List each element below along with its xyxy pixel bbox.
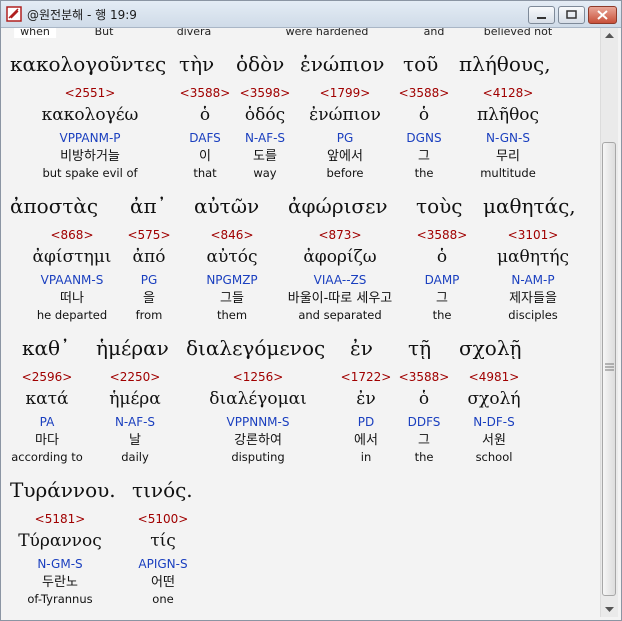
greek-word[interactable]: ἡμέραν [96, 336, 169, 360]
greek-word[interactable]: Τυράννου. [10, 478, 116, 502]
vertical-scrollbar[interactable] [600, 28, 618, 617]
greek-word[interactable]: κακολογοῦντες [10, 52, 166, 76]
header-word-when: when [14, 28, 56, 38]
interlinear-view: when But divera were hardened and believ… [4, 28, 600, 618]
greek-word[interactable]: πλήθους, [459, 52, 551, 76]
greek-word[interactable]: τοὺς [416, 194, 462, 218]
english-gloss: school [475, 450, 513, 464]
strongs-number[interactable]: <2250> [65, 368, 205, 386]
greek-word[interactable]: ἀφώρισεν [288, 194, 388, 218]
english-gloss: one [152, 592, 174, 606]
header-word-but: But [94, 28, 114, 38]
title-bar[interactable]: @원전분해 - 행 19:9 [1, 1, 621, 28]
word-analysis-column: <4128> πλῆθος N-GN-S 무리 multitude [438, 84, 578, 181]
parse-code: N-AM-P [511, 273, 555, 287]
app-window: @원전분해 - 행 19:9 when But divera were hard… [0, 0, 622, 621]
english-gloss: disciples [508, 308, 558, 322]
header-word-and: and [423, 28, 445, 38]
lexical-form: σχολή [467, 389, 521, 409]
greek-word[interactable]: τοῦ [403, 52, 438, 76]
word-analysis-column: <4981> σχολή N-DF-S 서원 school [424, 368, 564, 465]
word-analysis-column: <3101> μαθητής N-AM-P 제자들을 disciples [463, 226, 600, 323]
word-analysis-column: <5100> τίς APIGN-S 어떤 one [93, 510, 233, 607]
strongs-number[interactable]: <5100> [93, 510, 233, 528]
header-word-believed: believed not [483, 28, 553, 38]
minimize-button[interactable] [528, 6, 555, 24]
parse-code: N-GN-S [486, 131, 530, 145]
app-icon [6, 6, 22, 22]
korean-gloss: 제자들을 [509, 291, 557, 306]
korean-gloss: 서원 [482, 433, 506, 448]
english-gloss: multitude [480, 166, 536, 180]
word-analysis-column: <2250> ἡμέρα N-AF-S 날 daily [65, 368, 205, 465]
header-word-divera: divera [176, 28, 212, 38]
header-word-hardened: were hardened [285, 28, 369, 38]
greek-word[interactable]: ὁδὸν [236, 52, 284, 76]
greek-word[interactable]: τὴν [179, 52, 214, 76]
maximize-button[interactable] [558, 6, 585, 24]
maximize-icon [566, 10, 577, 19]
greek-word[interactable]: καθ᾽ [22, 336, 70, 360]
scroll-up-icon[interactable] [601, 28, 618, 44]
korean-gloss: 날 [129, 433, 141, 448]
lexical-form: ἡμέρα [109, 389, 161, 409]
greek-word[interactable]: τινός. [132, 478, 193, 502]
minimize-icon [537, 17, 546, 19]
scroll-down-icon[interactable] [601, 601, 618, 617]
lexical-form: μαθητής [496, 247, 570, 267]
korean-gloss: 무리 [496, 149, 520, 164]
parse-code: N-AF-S [114, 415, 156, 429]
greek-word[interactable]: αὐτῶν [194, 194, 259, 218]
greek-word[interactable]: ἐν [350, 336, 373, 360]
close-icon [597, 10, 608, 20]
korean-gloss: 어떤 [151, 575, 175, 590]
window-title: @원전분해 - 행 19:9 [27, 8, 137, 22]
parse-code: APIGN-S [138, 557, 188, 571]
greek-word[interactable]: ἀποστὰς [10, 194, 98, 218]
greek-word[interactable]: διαλεγόμενος [186, 336, 325, 360]
grip-icon [605, 363, 614, 371]
lexical-form: πλῆθος [476, 105, 540, 125]
strongs-number[interactable]: <4981> [424, 368, 564, 386]
greek-word[interactable]: ἀπ᾽ [130, 194, 167, 218]
greek-word[interactable]: τῇ [408, 336, 431, 360]
greek-word[interactable]: σχολῇ [459, 336, 521, 360]
close-button[interactable] [588, 6, 617, 24]
greek-word[interactable]: ἐνώπιον [300, 52, 384, 76]
scrollbar-thumb[interactable] [602, 142, 616, 596]
greek-word[interactable]: μαθητάς, [483, 194, 576, 218]
lexical-form: τίς [150, 531, 176, 551]
strongs-number[interactable]: <4128> [438, 84, 578, 102]
parse-code: N-DF-S [473, 415, 515, 429]
strongs-number[interactable]: <3101> [463, 226, 600, 244]
english-gloss: daily [121, 450, 149, 464]
